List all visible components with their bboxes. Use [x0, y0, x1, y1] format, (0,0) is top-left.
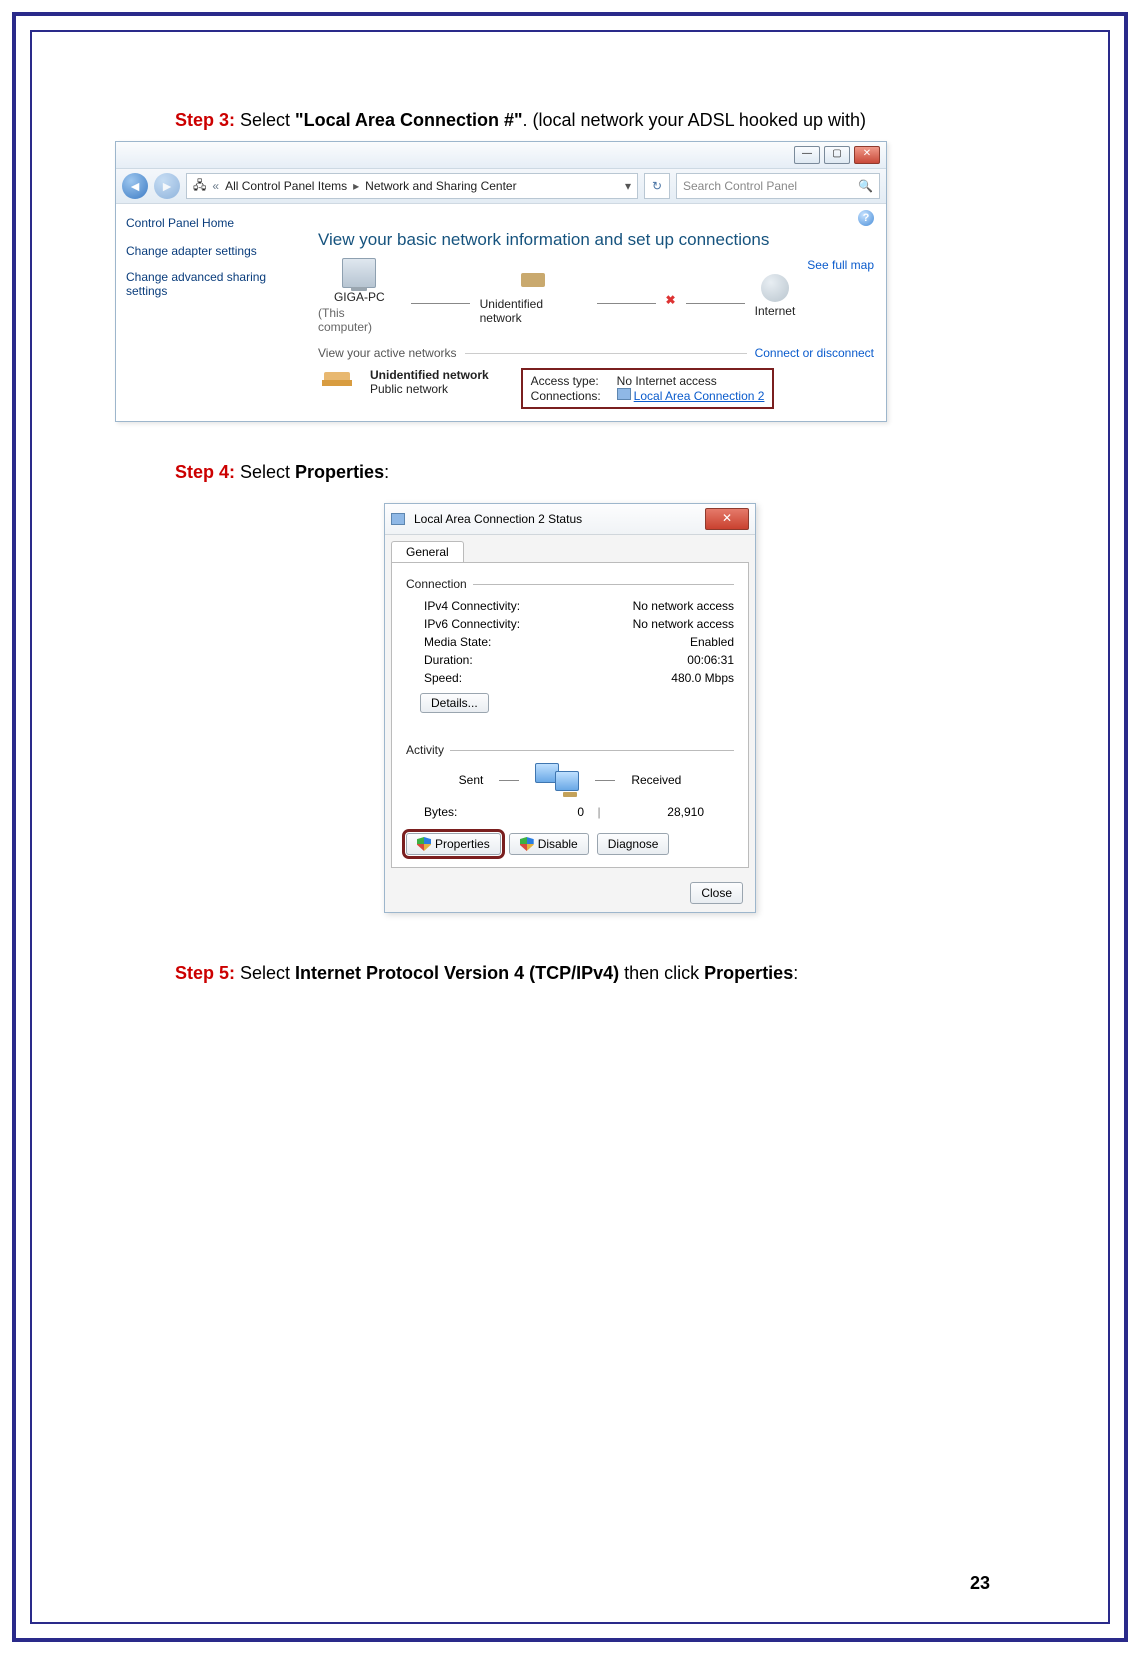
page-banner: View your basic network information and …: [318, 230, 874, 250]
active-network-info: Unidentified network Public network: [370, 368, 489, 409]
control-panel-icon: 🖧: [193, 176, 206, 197]
help-button[interactable]: ?: [318, 210, 874, 226]
connection-group-label: Connection: [406, 577, 467, 591]
received-label: Received: [631, 773, 681, 787]
window-titlebar: — ▢ ✕: [116, 142, 886, 169]
map-node-internet: Internet: [755, 274, 796, 318]
step4-label: Step 4:: [175, 462, 235, 482]
connection-status-dialog: Local Area Connection 2 Status ✕ General…: [384, 503, 756, 913]
forward-button[interactable]: ►: [154, 173, 180, 199]
bytes-sent-value: 0: [524, 805, 584, 819]
sidebar: Control Panel Home Change adapter settin…: [116, 204, 306, 421]
address-bar[interactable]: 🖧 « All Control Panel Items ▸ Network an…: [186, 173, 638, 199]
step5-label: Step 5:: [175, 963, 235, 983]
address-dropdown-icon[interactable]: ▾: [625, 179, 631, 193]
change-advanced-sharing-link[interactable]: Change advanced sharing settings: [126, 270, 296, 298]
ethernet-icon: [391, 513, 405, 525]
map-link-line: [686, 303, 745, 304]
activity-group-label: Activity: [406, 743, 444, 757]
connect-disconnect-link[interactable]: Connect or disconnect: [755, 346, 874, 360]
page-number: 23: [970, 1573, 990, 1594]
disable-button[interactable]: Disable: [509, 833, 589, 855]
shield-icon: [417, 837, 431, 851]
maximize-button[interactable]: ▢: [824, 146, 850, 164]
back-button[interactable]: ◄: [122, 173, 148, 199]
step4-text: Step 4: Select Properties:: [175, 462, 1025, 483]
breadcrumb-a[interactable]: All Control Panel Items: [225, 179, 347, 193]
minimize-button[interactable]: —: [794, 146, 820, 164]
map-node-network: Unidentified network: [480, 267, 587, 325]
search-box[interactable]: Search Control Panel 🔍: [676, 173, 880, 199]
refresh-button[interactable]: ↻: [644, 173, 670, 199]
close-button[interactable]: Close: [690, 882, 743, 904]
activity-icon: [535, 763, 579, 797]
map-link-line: [597, 303, 656, 304]
breadcrumb-b[interactable]: Network and Sharing Center: [365, 179, 516, 193]
dialog-title: Local Area Connection 2 Status: [414, 512, 582, 526]
close-button[interactable]: ✕: [854, 146, 880, 164]
help-icon: ?: [858, 210, 874, 226]
search-placeholder: Search Control Panel: [683, 179, 797, 193]
breadcrumb-arrow-icon: ▸: [353, 179, 359, 193]
step3-text: Step 3: Select "Local Area Connection #"…: [175, 110, 1025, 131]
computer-icon: [342, 258, 376, 288]
bench-icon: [318, 368, 358, 398]
general-tab[interactable]: General: [391, 541, 464, 562]
breadcrumb-chevrons: «: [212, 179, 219, 193]
change-adapter-settings-link[interactable]: Change adapter settings: [126, 244, 296, 258]
dialog-close-button[interactable]: ✕: [705, 508, 749, 530]
ethernet-icon: [617, 388, 631, 400]
view-active-label: View your active networks: [318, 346, 457, 360]
network-device-icon: [517, 267, 549, 295]
map-node-pc: GIGA-PC (This computer): [318, 258, 401, 334]
control-panel-home-link[interactable]: Control Panel Home: [126, 216, 296, 230]
access-connections-box: Access type: No Internet access Connecti…: [521, 368, 775, 409]
search-icon: 🔍: [858, 179, 873, 193]
network-center-window: — ▢ ✕ ◄ ► 🖧 « All Control Panel Items ▸ …: [115, 141, 887, 422]
sent-label: Sent: [459, 773, 484, 787]
properties-button[interactable]: Properties: [406, 833, 501, 855]
shield-icon: [520, 837, 534, 851]
diagnose-button[interactable]: Diagnose: [597, 833, 670, 855]
bytes-received-value: 28,910: [614, 805, 734, 819]
local-area-connection-link[interactable]: Local Area Connection 2: [634, 389, 765, 403]
globe-icon: [761, 274, 789, 302]
disconnected-icon: ✖: [666, 293, 676, 307]
step3-label: Step 3:: [175, 110, 235, 130]
map-link-line: [411, 303, 470, 304]
toolbar: ◄ ► 🖧 « All Control Panel Items ▸ Networ…: [116, 169, 886, 204]
see-full-map-link[interactable]: See full map: [807, 258, 874, 272]
step5-text: Step 5: Select Internet Protocol Version…: [175, 963, 1025, 984]
details-button[interactable]: Details...: [420, 693, 489, 713]
